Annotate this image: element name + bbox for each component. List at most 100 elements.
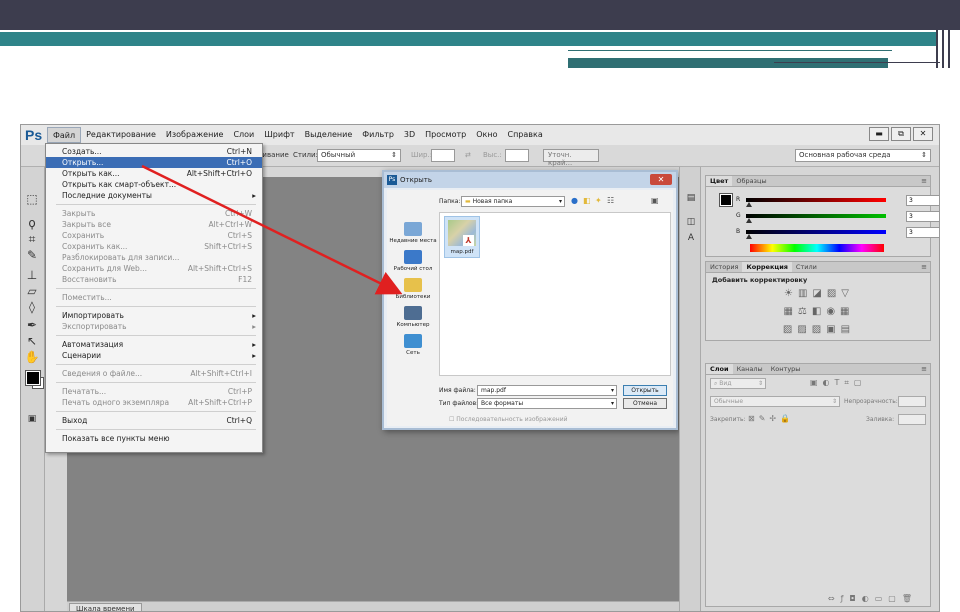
menu-item-open[interactable]: Открыть... Ctrl+O bbox=[46, 157, 262, 168]
tab-history[interactable]: История bbox=[706, 262, 742, 272]
properties-panel-icon[interactable]: ◫ bbox=[684, 215, 698, 229]
menu-item-revert[interactable]: Восстановить F12 bbox=[46, 274, 262, 285]
green-slider[interactable] bbox=[746, 214, 886, 218]
swap-icon[interactable]: ⇄ bbox=[465, 151, 471, 159]
styles-select[interactable]: Обычный ⇕ bbox=[317, 149, 401, 162]
panel-menu-icon[interactable]: ≡ bbox=[921, 262, 927, 273]
tab-paths[interactable]: Контуры bbox=[767, 364, 805, 374]
menu-item-import[interactable]: Импортировать ▸ bbox=[46, 310, 262, 321]
blue-slider-knob[interactable] bbox=[746, 234, 752, 239]
menu-edit[interactable]: Редактирование bbox=[81, 127, 161, 143]
new-folder-icon[interactable]: ✦ bbox=[595, 196, 602, 205]
view-menu-icon[interactable]: ☷ bbox=[607, 196, 614, 205]
menu-item-show-all[interactable]: Показать все пункты меню bbox=[46, 433, 262, 444]
green-slider-knob[interactable] bbox=[746, 218, 752, 223]
adobe-bridge-icon[interactable]: ▣ bbox=[651, 196, 659, 205]
panel-menu-icon[interactable]: ≡ bbox=[921, 176, 927, 187]
file-item-map-pdf[interactable]: ⅄ map.pdf bbox=[444, 216, 480, 258]
tab-channels[interactable]: Каналы bbox=[733, 364, 767, 374]
tab-layers[interactable]: Слои bbox=[706, 364, 733, 374]
menu-layers[interactable]: Слои bbox=[228, 127, 259, 143]
menu-type[interactable]: Шрифт bbox=[259, 127, 299, 143]
menu-item-save[interactable]: Сохранить Ctrl+S bbox=[46, 230, 262, 241]
workspace-select[interactable]: Основная рабочая среда ⇕ bbox=[795, 149, 931, 162]
menu-item-print-one-copy[interactable]: Печать одного экземпляра Alt+Shift+Ctrl+P bbox=[46, 397, 262, 408]
green-value[interactable]: 3 bbox=[906, 211, 939, 222]
cancel-button[interactable]: Отмена bbox=[623, 398, 667, 409]
place-computer[interactable]: Компьютер bbox=[389, 306, 437, 328]
menu-select[interactable]: Выделение bbox=[300, 127, 358, 143]
tab-styles[interactable]: Стили bbox=[792, 262, 821, 272]
place-desktop[interactable]: Рабочий стол bbox=[389, 250, 437, 272]
stamp-tool-icon[interactable]: ⊥ bbox=[24, 267, 40, 283]
lock-icons[interactable]: ⊠✎✢🔒 bbox=[748, 414, 794, 426]
blue-slider[interactable] bbox=[746, 230, 886, 234]
menu-view[interactable]: Просмотр bbox=[420, 127, 471, 143]
menu-item-save-as[interactable]: Сохранить как... Shift+Ctrl+S bbox=[46, 241, 262, 252]
menu-item-open-smart-object[interactable]: Открыть как смарт-объект... bbox=[46, 179, 262, 190]
character-panel-icon[interactable]: A bbox=[684, 231, 698, 245]
place-network[interactable]: Сеть bbox=[389, 334, 437, 356]
up-folder-icon[interactable]: ◧ bbox=[583, 196, 591, 205]
layer-filter-icons[interactable]: ▣◐T⌗▢ bbox=[810, 378, 867, 390]
menu-item-open-as[interactable]: Открыть как... Alt+Shift+Ctrl+O bbox=[46, 168, 262, 179]
blend-mode-select[interactable]: Обычные ⇕ bbox=[710, 396, 840, 407]
fill-input[interactable] bbox=[898, 414, 926, 425]
tab-color[interactable]: Цвет bbox=[706, 176, 733, 186]
pen-tool-icon[interactable]: ✒ bbox=[24, 317, 40, 333]
menu-image[interactable]: Изображение bbox=[161, 127, 229, 143]
place-recent[interactable]: Недавние места bbox=[389, 222, 437, 244]
hand-tool-icon[interactable]: ✋ bbox=[24, 349, 40, 365]
restore-button[interactable]: ⧉ bbox=[891, 127, 911, 141]
minimize-button[interactable]: ▬ bbox=[869, 127, 889, 141]
menu-help[interactable]: Справка bbox=[502, 127, 547, 143]
lasso-tool-icon[interactable]: ϙ bbox=[24, 215, 40, 231]
sequence-checkbox[interactable]: ☐ Последовательность изображений bbox=[449, 416, 568, 423]
layer-kind-filter[interactable]: ⌕ Вид ⇕ bbox=[710, 378, 766, 389]
opacity-input[interactable] bbox=[898, 396, 926, 407]
crop-tool-icon[interactable]: ⌗ bbox=[24, 231, 40, 247]
menu-item-close[interactable]: Закрыть Ctrl+W bbox=[46, 208, 262, 219]
eyedropper-tool-icon[interactable]: ✎ bbox=[24, 247, 40, 263]
history-panel-icon[interactable]: ▤ bbox=[684, 191, 698, 205]
menu-filter[interactable]: Фильтр bbox=[357, 127, 399, 143]
color-spectrum[interactable] bbox=[750, 244, 884, 252]
foreground-color-swatch[interactable] bbox=[25, 370, 41, 386]
menu-item-export[interactable]: Экспортировать ▸ bbox=[46, 321, 262, 332]
layers-footer-icons[interactable]: ⇔ƒ◘◐▭▢🗑 bbox=[706, 592, 932, 606]
blur-tool-icon[interactable]: ◊ bbox=[24, 299, 40, 315]
menu-item-place[interactable]: Поместить... bbox=[46, 292, 262, 303]
place-libraries[interactable]: Библиотеки bbox=[389, 278, 437, 300]
menu-item-exit[interactable]: Выход Ctrl+Q bbox=[46, 415, 262, 426]
menu-item-save-for-web[interactable]: Сохранить для Web... Alt+Shift+Ctrl+S bbox=[46, 263, 262, 274]
menu-item-recent[interactable]: Последние документы ▸ bbox=[46, 190, 262, 201]
menu-item-close-all[interactable]: Закрыть все Alt+Ctrl+W bbox=[46, 219, 262, 230]
width-input[interactable] bbox=[431, 149, 455, 162]
adjustment-icons-row-3[interactable]: ▨▨▨▣▤ bbox=[706, 324, 932, 335]
adjustment-icons-row-2[interactable]: ▦⚖◧◉▦ bbox=[706, 306, 932, 317]
menu-3d[interactable]: 3D bbox=[399, 127, 420, 143]
menu-item-automate[interactable]: Автоматизация ▸ bbox=[46, 339, 262, 350]
menu-item-unlock[interactable]: Разблокировать для записи... bbox=[46, 252, 262, 263]
folder-select[interactable]: ▬ Новая папка ▾ bbox=[461, 196, 565, 207]
eraser-tool-icon[interactable]: ▱ bbox=[24, 283, 40, 299]
height-input[interactable] bbox=[505, 149, 529, 162]
menu-item-print[interactable]: Печатать... Ctrl+P bbox=[46, 386, 262, 397]
menu-file[interactable]: Файл bbox=[47, 127, 82, 143]
close-button[interactable]: ✕ bbox=[913, 127, 933, 141]
quick-mask-icon[interactable]: ▣ bbox=[24, 411, 40, 427]
menu-window[interactable]: Окно bbox=[471, 127, 502, 143]
filename-input[interactable]: map.pdf ▾ bbox=[477, 385, 617, 396]
red-slider-knob[interactable] bbox=[746, 202, 752, 207]
open-button[interactable]: Открыть bbox=[623, 385, 667, 396]
tab-adjustments[interactable]: Коррекция bbox=[742, 262, 792, 272]
dialog-close-icon[interactable]: ✕ bbox=[650, 174, 672, 185]
back-icon[interactable]: ● bbox=[571, 196, 578, 205]
color-fg-swatch[interactable] bbox=[719, 193, 733, 207]
menu-item-file-info[interactable]: Сведения о файле... Alt+Shift+Ctrl+I bbox=[46, 368, 262, 379]
marquee-tool-icon[interactable]: ⬚ bbox=[24, 191, 40, 207]
panel-menu-icon[interactable]: ≡ bbox=[921, 364, 927, 375]
refine-edge-button[interactable]: Уточн. край... bbox=[543, 149, 599, 167]
filetype-select[interactable]: Все форматы ▾ bbox=[477, 398, 617, 409]
timeline-tab[interactable]: Шкала времени bbox=[69, 603, 142, 611]
